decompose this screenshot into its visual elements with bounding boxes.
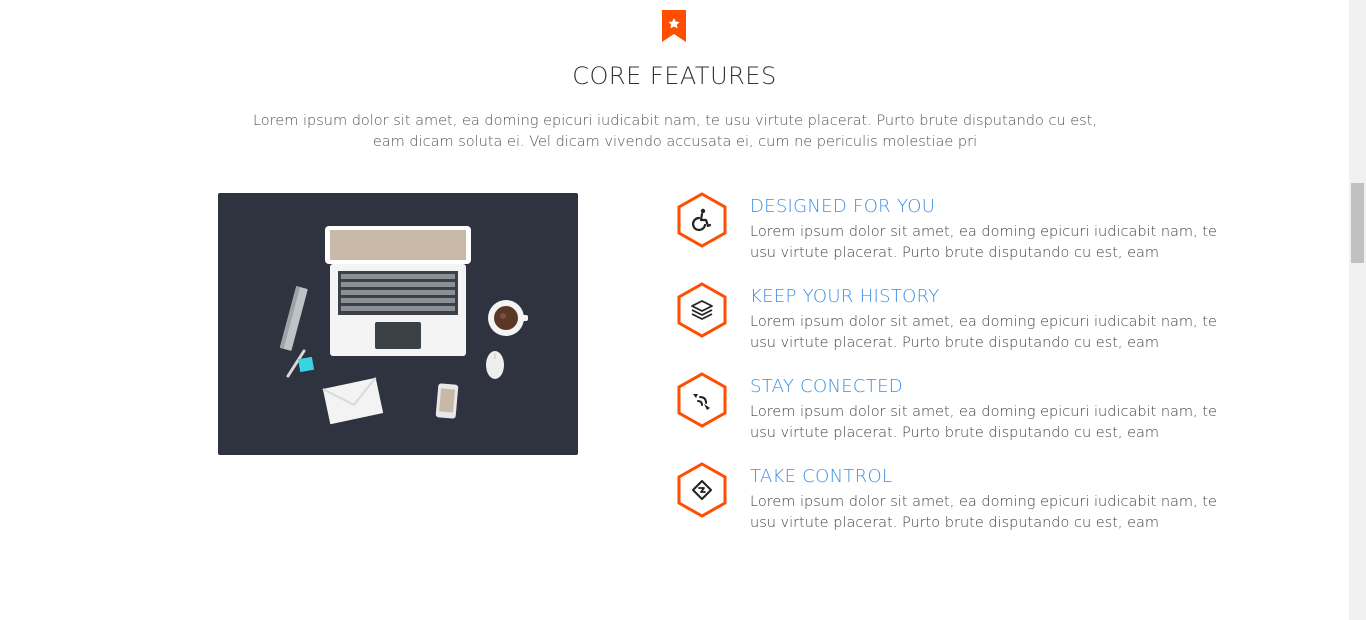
hexagon-badge — [676, 462, 728, 518]
feature-title: KEEP YOUR HISTORY — [750, 286, 940, 307]
features-section: CORE FEATURES Lorem ipsum dolor sit amet… — [0, 0, 1349, 620]
feature-text: Lorem ipsum dolor sit amet, ea doming ep… — [750, 404, 1217, 441]
wheelchair-icon — [692, 208, 712, 232]
feature-title: TAKE CONTROL — [750, 466, 893, 487]
connection-icon — [693, 394, 710, 410]
section-intro: Lorem ipsum dolor sit amet, ea doming ep… — [252, 113, 1097, 150]
bookmark-star-icon — [662, 10, 686, 42]
feature-item-control: TAKE CONTROL Lorem ipsum dolor sit amet,… — [676, 462, 1236, 552]
feature-list: DESIGNED FOR YOU Lorem ipsum dolor sit a… — [676, 192, 1236, 552]
feature-text: Lorem ipsum dolor sit amet, ea doming ep… — [750, 494, 1217, 531]
hexagon-badge — [676, 282, 728, 338]
hexagon-badge — [676, 192, 728, 248]
section-title: CORE FEATURES — [572, 62, 777, 90]
vertical-scrollbar[interactable] — [1349, 0, 1366, 620]
scrollbar-thumb[interactable] — [1351, 183, 1364, 263]
control-diamond-icon — [692, 480, 712, 500]
workspace-illustration — [218, 193, 578, 455]
feature-text: Lorem ipsum dolor sit amet, ea doming ep… — [750, 314, 1217, 351]
feature-title: STAY CONECTED — [750, 376, 903, 397]
feature-text: Lorem ipsum dolor sit amet, ea doming ep… — [750, 224, 1217, 261]
feature-item-connected: STAY CONECTED Lorem ipsum dolor sit amet… — [676, 372, 1236, 462]
feature-title: DESIGNED FOR YOU — [750, 196, 936, 217]
hexagon-badge — [676, 372, 728, 428]
layers-icon — [691, 300, 713, 320]
feature-item-designed: DESIGNED FOR YOU Lorem ipsum dolor sit a… — [676, 192, 1236, 282]
feature-item-history: KEEP YOUR HISTORY Lorem ipsum dolor sit … — [676, 282, 1236, 372]
